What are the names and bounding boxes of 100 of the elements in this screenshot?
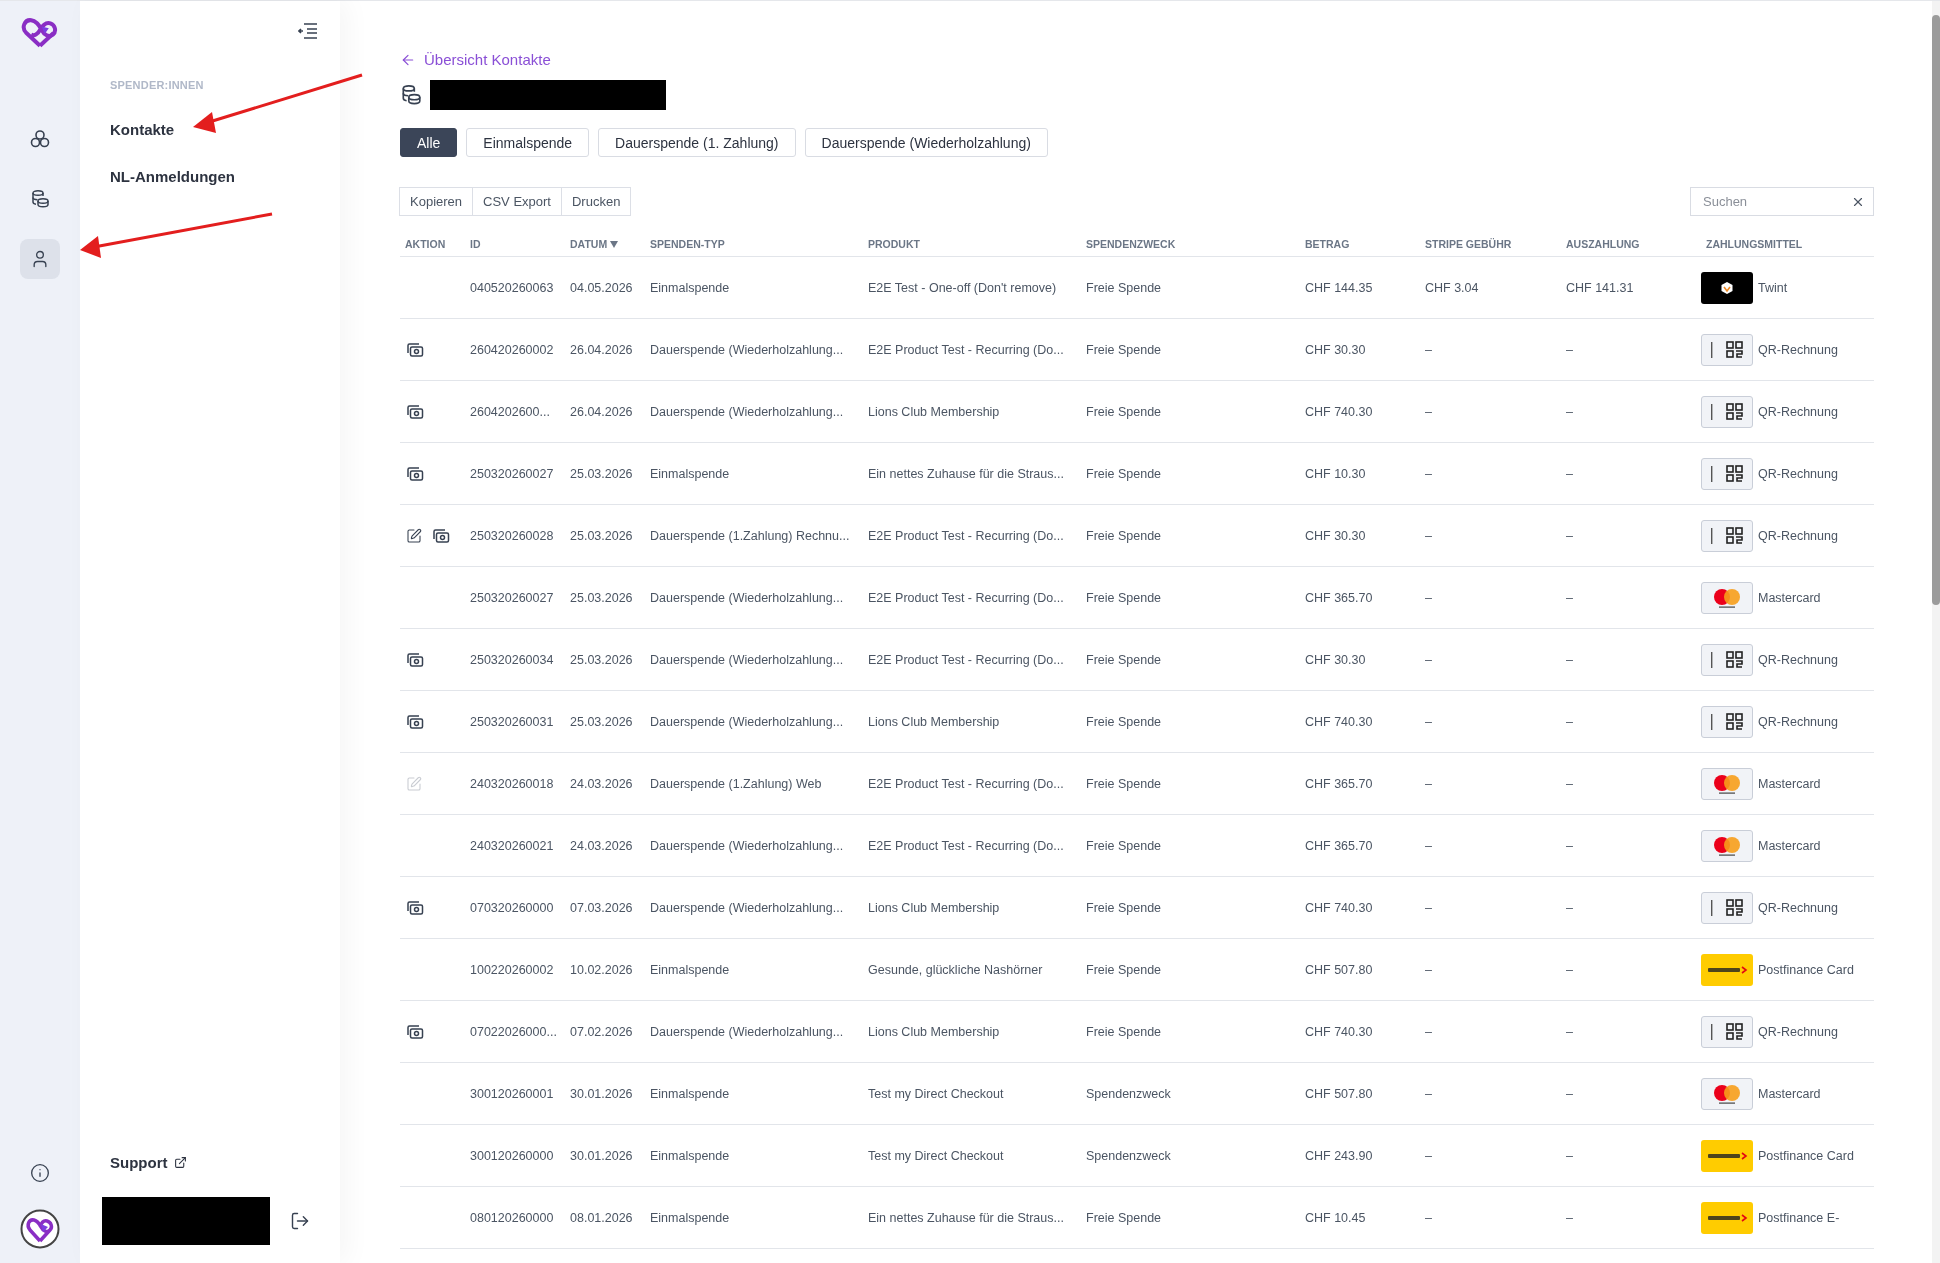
table-cell-text: Lions Club Membership [867, 714, 1001, 729]
table-cell-text: – [1424, 342, 1433, 357]
table-cell-text: 25.03.2026 [569, 714, 634, 729]
table-cell-text: – [1565, 466, 1574, 481]
export-button[interactable]: Kopieren [399, 187, 474, 216]
menu-icon[interactable] [298, 23, 318, 39]
table-cell: QR-Rechnung [1758, 466, 1838, 481]
table-cell-text: 25.03.2026 [569, 590, 634, 605]
banknotes-icon [406, 341, 424, 358]
avatar-icon[interactable] [20, 1209, 60, 1249]
action-button[interactable] [406, 713, 424, 730]
qr-code-logo [1701, 333, 1753, 366]
circles-icon [30, 129, 50, 149]
table-cell: Mastercard [1758, 776, 1821, 791]
filter-tab[interactable]: Einmalspende [466, 128, 590, 157]
table-cell-text: CHF 30.30 [1304, 528, 1367, 543]
table-cell-text: Ein nettes Zuhause für die Straus... [867, 466, 1065, 481]
table-cell-text: E2E Product Test - Recurring (Do... [867, 838, 1065, 853]
column-header[interactable]: ID [465, 238, 565, 250]
table-cell: QR-Rechnung [1758, 714, 1838, 729]
action-button[interactable] [406, 899, 424, 916]
table-cell-text: Freie Spende [1085, 838, 1163, 853]
table-cell-text: CHF 507.80 [1304, 962, 1374, 977]
column-header[interactable]: DATUM [565, 238, 645, 250]
nav-link[interactable]: Kontakte [110, 121, 175, 138]
column-header[interactable]: AUSZAHLUNG [1561, 238, 1701, 250]
search-field[interactable]: Suchen [1690, 187, 1874, 216]
table-cell-text: – [1424, 404, 1433, 419]
table-cell-text: 040520260063 [469, 280, 555, 295]
table-cell: QR-Rechnung [1758, 528, 1838, 543]
action-button[interactable] [406, 1023, 424, 1040]
filter-tab[interactable]: Dauerspende (Wiederholzahlung) [804, 128, 1048, 157]
filter-tab[interactable]: Dauerspende (1. Zahlung) [598, 128, 796, 157]
export-button[interactable]: Drucken [560, 187, 632, 216]
table-cell-text: CHF 30.30 [1304, 652, 1367, 667]
action-button[interactable] [406, 403, 424, 420]
table-cell-text: E2E Product Test - Recurring (Do... [867, 528, 1065, 543]
table-cell-text: – [1565, 404, 1574, 419]
table-cell-text: CHF 3.04 [1424, 280, 1480, 295]
external-link-icon [173, 1156, 187, 1169]
table-cell: Mastercard [1758, 1086, 1821, 1101]
table-cell-text: E2E Product Test - Recurring (Do... [867, 590, 1065, 605]
column-header[interactable]: SPENDEN-TYP [645, 238, 863, 250]
table-cell-text: Einmalspende [649, 1210, 731, 1225]
table-cell-text: Dauerspende (Wiederholzahlung... [649, 404, 845, 419]
column-header[interactable]: SPENDENZWECK [1081, 238, 1300, 250]
table-cell-text: – [1424, 1024, 1433, 1039]
column-header[interactable]: STRIPE GEBÜHR [1420, 238, 1561, 250]
column-header[interactable]: PRODUKT [863, 238, 1081, 250]
action-button[interactable] [406, 527, 422, 544]
card-logo [1701, 829, 1753, 862]
table-cell-text: CHF 507.80 [1304, 1086, 1374, 1101]
table-cell-text: E2E Product Test - Recurring (Do... [867, 652, 1065, 667]
table-cell: Postfinance Card [1758, 1148, 1854, 1163]
filter-tab[interactable]: Alle [400, 128, 458, 157]
table-cell-text: 24.03.2026 [569, 838, 634, 853]
table-cell-text: – [1565, 1024, 1574, 1039]
action-button[interactable] [406, 651, 424, 668]
scrollbar[interactable] [1932, 1, 1940, 1263]
table-cell-text: – [1565, 590, 1574, 605]
table-cell-text: 30.01.2026 [569, 1086, 634, 1101]
table-cell-text: CHF 365.70 [1304, 590, 1374, 605]
info-icon[interactable] [30, 1163, 50, 1183]
table-cell-text: Lions Club Membership [867, 1024, 1001, 1039]
back-link[interactable]: Übersicht Kontakte [400, 51, 551, 68]
banknotes-icon [406, 403, 424, 420]
qr-code-logo [1701, 519, 1753, 552]
column-header[interactable]: AKTION [400, 238, 465, 250]
column-header[interactable]: BETRAG [1300, 238, 1420, 250]
card-logo [1701, 581, 1753, 614]
column-header[interactable]: ZAHLUNGSMITTEL [1701, 238, 1874, 250]
table-cell-text: – [1565, 1148, 1574, 1163]
support-link[interactable]: Support [110, 1154, 187, 1171]
back-link-text[interactable]: Übersicht Kontakte [424, 51, 551, 68]
logout-icon[interactable] [290, 1211, 310, 1231]
table-cell-text: – [1424, 962, 1433, 977]
table-cell-text: CHF 365.70 [1304, 776, 1374, 791]
table-cell: QR-Rechnung [1758, 900, 1838, 915]
table-cell-text: Test my Direct Checkout [867, 1148, 1005, 1163]
table-cell-text: Dauerspende (Wiederholzahlung... [649, 1024, 845, 1039]
table-cell: Twint [1758, 280, 1788, 295]
export-button[interactable]: CSV Export [472, 187, 562, 216]
table-cell: QR-Rechnung [1758, 404, 1838, 419]
table-cell-text: Dauerspende (Wiederholzahlung... [649, 900, 845, 915]
table-cell-text: CHF 365.70 [1304, 838, 1374, 853]
table-cell-text: 240320260018 [469, 776, 555, 791]
table-cell-text: – [1424, 714, 1433, 729]
table-cell-text: – [1565, 528, 1574, 543]
table-cell-text: 070320260000 [469, 900, 555, 915]
action-button[interactable] [406, 341, 424, 358]
sidebar-tab[interactable] [20, 239, 60, 279]
card-logo [1701, 953, 1753, 986]
table-cell: QR-Rechnung [1758, 342, 1838, 357]
action-button[interactable] [406, 465, 424, 482]
table-cell-text: Freie Spende [1085, 466, 1163, 481]
action-button[interactable] [432, 527, 450, 544]
table-cell-text: 25.03.2026 [569, 652, 634, 667]
nav-link[interactable]: NL-Anmeldungen [110, 168, 235, 185]
table-cell-text: 10.02.2026 [569, 962, 634, 977]
table-cell-text: 250320260034 [469, 652, 555, 667]
